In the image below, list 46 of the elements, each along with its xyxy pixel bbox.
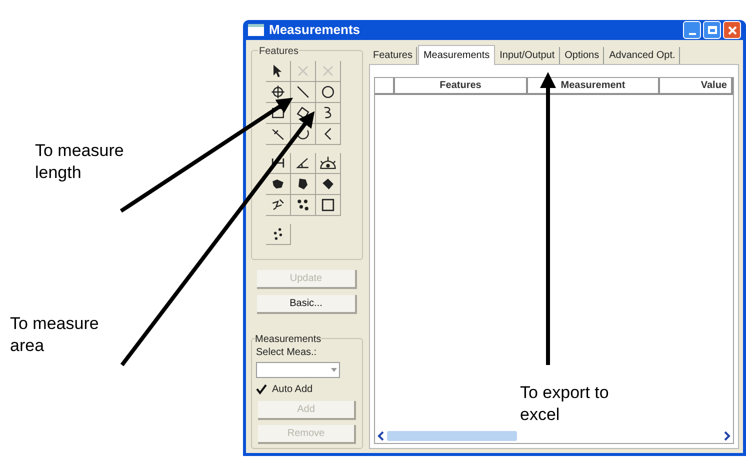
annotation-text: To measure length [35,140,125,184]
tool-button[interactable] [316,103,341,124]
tool-button[interactable] [316,174,341,195]
tool-button[interactable] [266,61,291,82]
tool-button[interactable] [291,153,316,174]
tool-button[interactable] [266,82,291,103]
column-header[interactable]: Value [660,78,733,93]
measurement-dropdown[interactable] [256,362,340,378]
tool-button[interactable] [291,174,316,195]
tool-button[interactable] [291,82,316,103]
tool-button[interactable] [266,103,291,124]
horizontal-scrollbar[interactable] [375,429,733,443]
tool-button[interactable] [266,174,291,195]
maximize-button[interactable] [703,21,721,39]
tool-button[interactable] [316,195,341,216]
scroll-left-icon[interactable] [377,431,385,441]
column-header[interactable]: Features [395,78,528,93]
basic-button[interactable]: Basic... [257,295,357,314]
tool-button[interactable] [291,103,316,124]
checkbox[interactable] [256,384,267,395]
tool-button[interactable] [291,195,316,216]
tool-button[interactable] [316,124,341,145]
protractor-icon [319,154,337,172]
tool-button[interactable] [316,82,341,103]
field-label: Select Meas.: [256,347,318,358]
window-title: Measurements [269,21,360,40]
column-header[interactable]: Measurement [528,78,660,93]
close-icon [728,26,736,34]
minimize-button[interactable] [683,21,701,39]
tool-button[interactable] [291,124,316,145]
caret-icon [331,368,337,372]
tab[interactable]: Measurements [418,45,495,65]
scroll-thumb[interactable] [387,431,517,441]
annotation-text: To export to excel [520,382,610,426]
close-button[interactable] [723,21,741,39]
crosshair-icon [269,83,287,101]
circle-icon [319,83,337,101]
square-icon [319,196,337,214]
scroll-right-icon[interactable] [723,431,731,441]
app-icon [248,24,264,36]
checkbox-label: Auto Add [272,383,313,397]
tool-button[interactable] [266,124,291,145]
tool-button[interactable] [266,224,291,245]
annotation-text: To measure area [10,313,100,357]
tool-button[interactable] [316,153,341,174]
tool-button[interactable] [266,195,291,216]
